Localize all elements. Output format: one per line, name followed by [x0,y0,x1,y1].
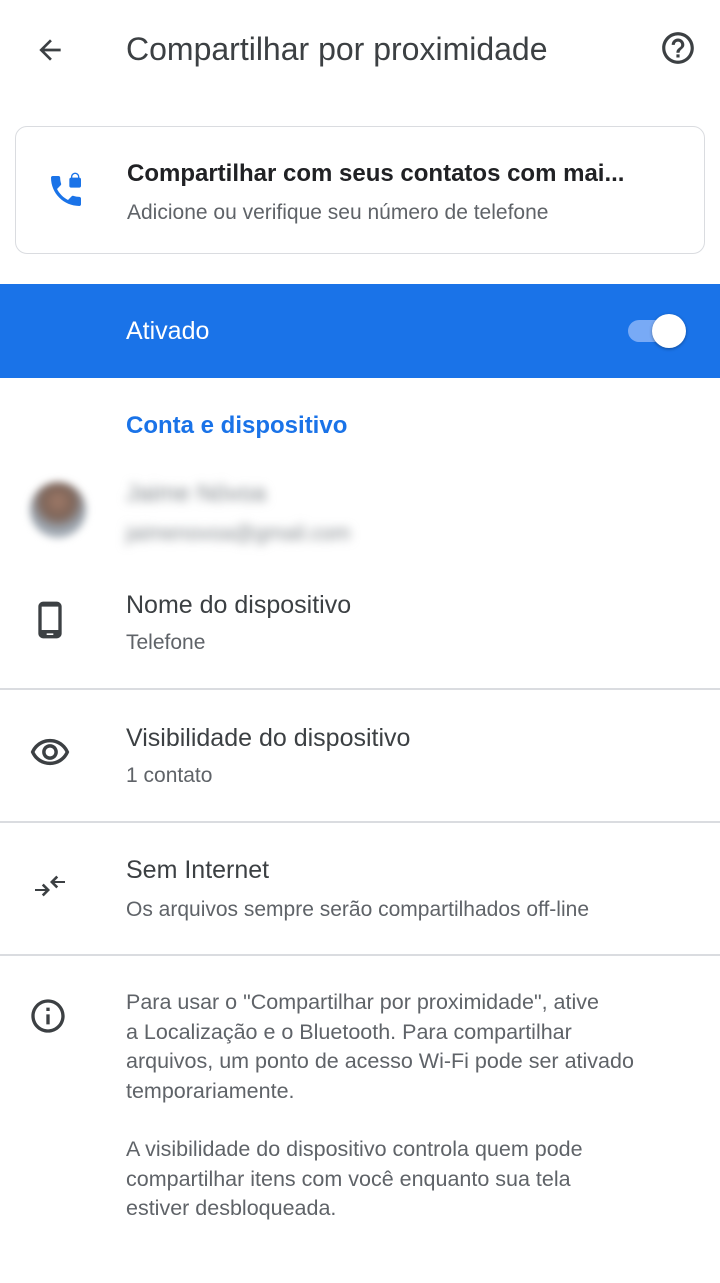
info-paragraph-location: Para usar o "Compartilhar por proximidad… [126,988,706,1106]
main-switch[interactable] [628,314,688,348]
help-button[interactable] [650,20,706,76]
offline-arrows-icon [28,864,72,908]
app-bar: Compartilhar por proximidade [0,0,720,100]
info-icon [28,996,72,1040]
info-line: arquivos, um ponto de acesso Wi-Fi pode … [126,1049,634,1073]
account-row[interactable]: Jaime Nóvoa jaimenovoa@gmail.com [0,470,720,560]
info-paragraph-visibility: A visibilidade do dispositivo controla q… [126,1135,706,1224]
main-switch-bar[interactable]: Ativado [0,284,720,378]
info-line: compartilhar itens com você enquanto sua… [126,1166,571,1191]
info-line: a Localização e o Bluetooth. Para compar… [126,1019,572,1044]
smartphone-icon [28,598,72,642]
divider [0,954,720,956]
eye-icon [28,730,72,774]
row-title: Nome do dispositivo [126,591,352,619]
phone-lock-icon [46,171,86,211]
offline-row[interactable]: Sem Internet Os arquivos sempre serão co… [0,823,720,954]
back-button[interactable] [22,22,78,78]
card-title: Compartilhar com seus contatos com mai..… [127,160,625,187]
info-line: Para usar o "Compartilhar por proximidad… [126,990,599,1014]
page-title: Compartilhar por proximidade [126,31,548,67]
row-subtitle: Os arquivos sempre serão compartilhados … [126,898,589,921]
info-line: estiver desbloqueada. [126,1196,337,1220]
device-visibility-row[interactable]: Visibilidade do dispositivo 1 contato [0,690,720,821]
avatar [30,482,86,538]
info-line: temporariamente. [126,1078,295,1103]
row-title: Sem Internet [126,856,270,884]
account-email: jaimenovoa@gmail.com [126,522,351,545]
card-subtitle: Adicione ou verifique seu número de tele… [127,201,549,224]
section-header: Conta e dispositivo [126,412,348,439]
row-subtitle: Telefone [126,631,206,654]
switch-thumb [652,314,686,348]
info-line: A visibilidade do dispositivo controla q… [126,1137,583,1161]
help-circle-icon [662,32,694,64]
switch-label: Ativado [126,317,210,345]
device-name-row[interactable]: Nome do dispositivo Telefone [0,580,720,688]
arrow-back-icon [39,39,61,61]
account-name: Jaime Nóvoa [126,480,267,507]
row-title: Visibilidade do dispositivo [126,724,411,752]
contacts-sharing-card[interactable]: Compartilhar com seus contatos com mai..… [15,126,705,254]
row-subtitle: 1 contato [126,764,213,787]
